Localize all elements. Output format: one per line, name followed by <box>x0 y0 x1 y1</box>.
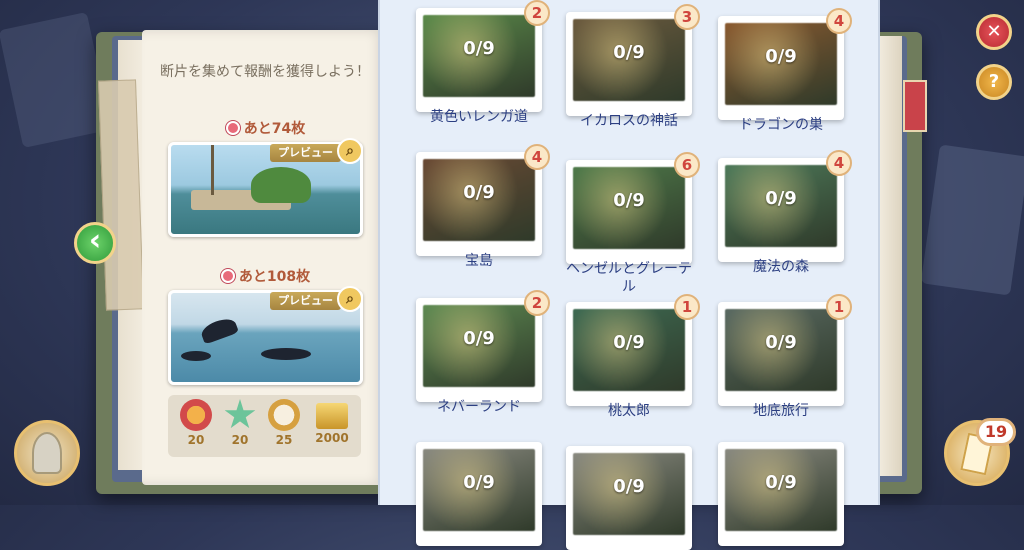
new-pieces-badge: 2 <box>524 0 550 26</box>
puzzle-card[interactable]: 0/9 3 <box>566 4 700 116</box>
gem-icon <box>225 121 240 135</box>
puzzle-card[interactable]: 0/9 4 <box>416 144 550 256</box>
puzzle-title: 魔法の森 <box>753 259 809 275</box>
close-icon: ✕ <box>986 21 1002 42</box>
gold-bars-icon <box>316 403 348 429</box>
puzzle-progress: 0/9 <box>765 46 797 67</box>
puzzle-progress: 0/9 <box>463 472 495 493</box>
puzzle-progress: 0/9 <box>463 182 495 203</box>
puzzle-card[interactable]: 0/9 <box>718 442 844 546</box>
puzzle-progress: 0/9 <box>765 472 797 493</box>
puzzle-progress: 0/9 <box>765 188 797 209</box>
puzzle-card[interactable]: 0/9 4 <box>718 150 852 262</box>
puzzle-card[interactable]: 0/9 6 <box>566 152 700 264</box>
puzzle-card[interactable]: 0/9 2 <box>416 0 550 112</box>
cards-count-badge: 19 <box>976 418 1016 446</box>
close-button[interactable]: ✕ <box>976 14 1012 50</box>
puzzle-card[interactable]: 0/9 <box>416 442 542 546</box>
collection-button[interactable] <box>14 420 80 486</box>
pack-count: あと74枚 <box>168 118 363 140</box>
puzzle-progress: 0/9 <box>613 42 645 63</box>
new-pieces-badge: 6 <box>674 152 700 178</box>
new-pieces-badge: 4 <box>826 150 852 176</box>
portrait-icon <box>32 432 62 474</box>
puzzle-title: 黄色いレンガ道 <box>430 109 528 125</box>
puzzle-card[interactable]: 0/9 <box>566 446 692 550</box>
reward-value: 2000 <box>315 431 349 445</box>
puzzle-title: 宝島 <box>465 253 493 269</box>
reward-item: 20 <box>220 399 260 447</box>
puzzle-title: 地底旅行 <box>753 403 809 419</box>
reward-item: 20 <box>176 399 216 447</box>
puzzle-title: イカロスの神話 <box>580 113 678 129</box>
pack-count-label: あと108枚 <box>238 269 311 285</box>
mask-icon <box>180 399 212 431</box>
cards-count: 19 <box>984 422 1008 441</box>
mast-shape <box>211 145 214 195</box>
puzzle-card[interactable]: 0/9 1 <box>718 294 852 406</box>
puzzle-progress: 0/9 <box>613 190 645 211</box>
puzzle-progress: 0/9 <box>613 476 645 497</box>
puzzle-card[interactable]: 0/9 1 <box>566 294 700 406</box>
pack-count-label: あと74枚 <box>243 121 306 137</box>
puzzle-title: 桃太郎 <box>608 403 650 419</box>
new-pieces-badge: 3 <box>674 4 700 30</box>
reward-value: 20 <box>187 433 205 447</box>
orca-shape <box>261 348 311 360</box>
new-pieces-badge: 4 <box>826 8 852 34</box>
pack-count: あと108枚 <box>168 266 363 288</box>
preview-button[interactable]: プレビュー <box>270 292 341 310</box>
reward-item: 2000 <box>312 399 352 445</box>
back-button[interactable]: ‹ <box>74 222 116 264</box>
new-pieces-badge: 4 <box>524 144 550 170</box>
reward-value: 25 <box>275 433 293 447</box>
paper-ribbon <box>97 79 145 311</box>
puzzle-progress: 0/9 <box>463 38 495 59</box>
orca-shape <box>181 351 211 361</box>
trees-shape <box>251 167 311 203</box>
preview-button[interactable]: プレビュー <box>270 144 341 162</box>
reward-item: 25 <box>264 399 304 447</box>
puzzle-progress: 0/9 <box>613 332 645 353</box>
chevron-left-icon: ‹ <box>88 223 102 258</box>
stamp-tab <box>903 80 927 132</box>
new-pieces-badge: 1 <box>826 294 852 320</box>
puzzle-title: ネバーランド <box>437 399 521 415</box>
puzzle-progress: 0/9 <box>463 328 495 349</box>
gem-icon <box>220 269 235 283</box>
puzzle-title: ドラゴンの巣 <box>739 117 823 133</box>
rewards-panel: 20 20 25 2000 <box>168 395 361 457</box>
puzzle-card[interactable]: 0/9 4 <box>718 8 852 120</box>
orca-shape <box>199 315 239 345</box>
compass-icon <box>268 399 300 431</box>
puzzle-progress: 0/9 <box>765 332 797 353</box>
background-paper <box>920 144 1024 296</box>
help-button[interactable]: ? <box>976 64 1012 100</box>
puzzle-card[interactable]: 0/9 2 <box>416 290 550 402</box>
new-pieces-badge: 2 <box>524 290 550 316</box>
background-paper <box>0 11 112 149</box>
intro-text: 断片を集めて報酬を獲得しよう！ <box>160 64 370 80</box>
magnifier-icon[interactable]: ⌕ <box>337 286 363 312</box>
puzzle-title: ヘンゼルとグレーテル <box>566 261 692 295</box>
magnifier-icon[interactable]: ⌕ <box>337 138 363 164</box>
new-pieces-badge: 1 <box>674 294 700 320</box>
reward-value: 20 <box>231 433 249 447</box>
help-icon: ? <box>988 71 1000 92</box>
star-icon <box>224 399 256 429</box>
